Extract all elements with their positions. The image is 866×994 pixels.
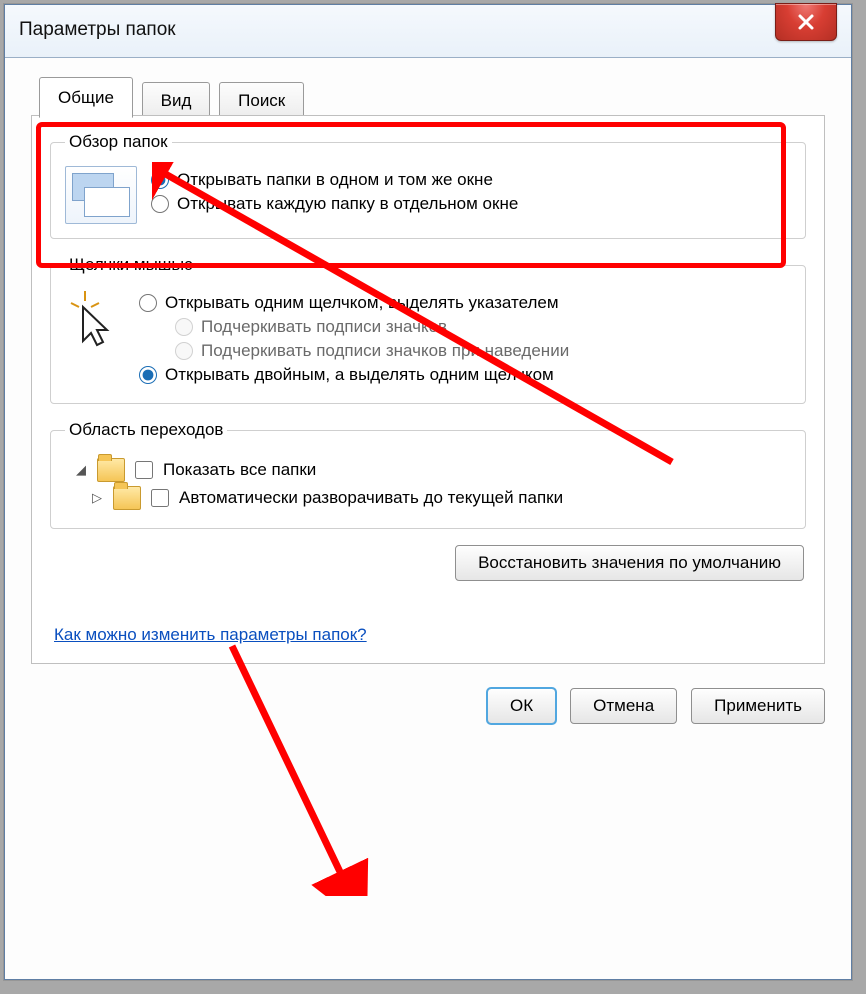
cursor-icon	[65, 289, 125, 349]
dialog-body: Общие Вид Поиск Обзор папок Открывать па…	[5, 58, 851, 742]
group-click-legend: Щелчки мышью	[65, 255, 197, 275]
annotation-arrow-2	[222, 636, 422, 896]
tabs: Общие Вид Поиск	[39, 76, 825, 116]
apply-button[interactable]: Применить	[691, 688, 825, 724]
label-show-all-folders: Показать все папки	[163, 460, 316, 480]
close-icon	[797, 13, 815, 31]
cancel-button[interactable]: Отмена	[570, 688, 677, 724]
windows-icon	[65, 166, 137, 224]
checkbox-auto-expand[interactable]	[151, 489, 169, 507]
group-browse-folders: Обзор папок Открывать папки в одном и то…	[50, 132, 806, 239]
tab-view[interactable]: Вид	[142, 82, 211, 119]
radio-same-window[interactable]	[151, 171, 169, 189]
label-single-click: Открывать одним щелчком, выделять указат…	[165, 293, 559, 313]
folder-icon	[113, 486, 141, 510]
dialog-window: Параметры папок Общие Вид Поиск Обзор па…	[4, 4, 852, 980]
checkbox-show-all-folders[interactable]	[135, 461, 153, 479]
ok-button[interactable]: ОК	[487, 688, 556, 724]
label-double-click: Открывать двойным, а выделять одним щелч…	[165, 365, 554, 385]
dialog-buttons: ОК Отмена Применить	[31, 688, 825, 724]
radio-underline-always	[175, 318, 193, 336]
tab-panel: Обзор папок Открывать папки в одном и то…	[31, 115, 825, 664]
tab-search[interactable]: Поиск	[219, 82, 304, 119]
label-underline-always: Подчеркивать подписи значков	[201, 317, 447, 337]
label-separate-window: Открывать каждую папку в отдельном окне	[177, 194, 518, 214]
folder-icon	[97, 458, 125, 482]
radio-double-click[interactable]	[139, 366, 157, 384]
titlebar: Параметры папок	[5, 5, 851, 58]
label-auto-expand: Автоматически разворачивать до текущей п…	[179, 488, 563, 508]
window-title: Параметры папок	[19, 19, 176, 41]
group-browse-legend: Обзор папок	[65, 132, 172, 152]
tab-general[interactable]: Общие	[39, 77, 133, 118]
group-click-behavior: Щелчки мышью	[50, 255, 806, 404]
label-same-window: Открывать папки в одном и том же окне	[177, 170, 493, 190]
tree-expand-icon[interactable]: ▷	[91, 490, 103, 506]
group-nav-legend: Область переходов	[65, 420, 227, 440]
label-underline-hover: Подчеркивать подписи значков при наведен…	[201, 341, 569, 361]
restore-defaults-button[interactable]: Восстановить значения по умолчанию	[455, 545, 804, 581]
tree-collapse-icon[interactable]: ◢	[75, 462, 87, 478]
help-link[interactable]: Как можно изменить параметры папок?	[54, 625, 367, 645]
radio-separate-window[interactable]	[151, 195, 169, 213]
radio-single-click[interactable]	[139, 294, 157, 312]
close-button[interactable]	[775, 3, 837, 41]
radio-underline-hover	[175, 342, 193, 360]
group-nav-pane: Область переходов ◢ Показать все папки ▷…	[50, 420, 806, 529]
